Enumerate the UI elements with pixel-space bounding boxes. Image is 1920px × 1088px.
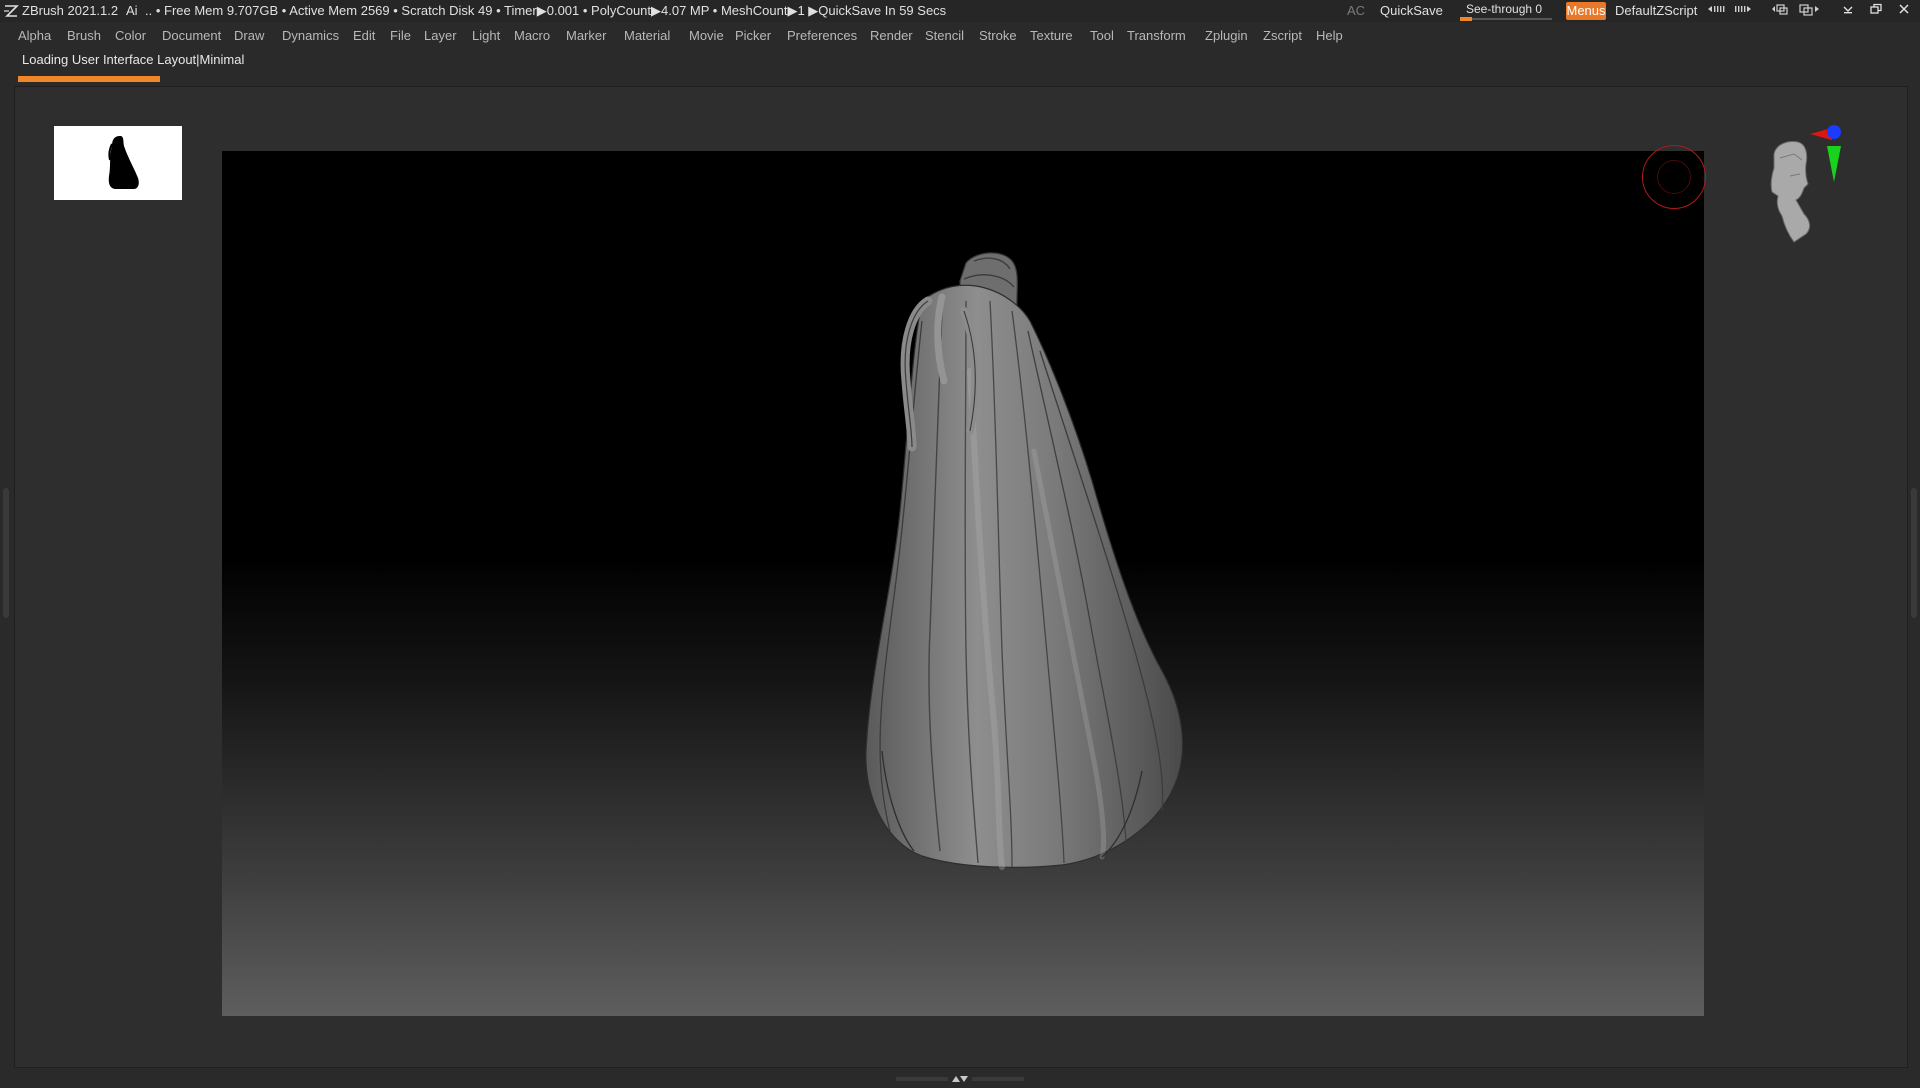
zbrush-logo-icon <box>3 3 19 19</box>
app-title: ZBrush 2021.1.2 <box>22 3 119 18</box>
menu-item-brush[interactable]: Brush <box>67 28 101 43</box>
menu-item-light[interactable]: Light <box>472 28 500 43</box>
close-icon[interactable] <box>1894 2 1914 20</box>
menu-item-movie[interactable]: Movie <box>689 28 724 43</box>
see-through-fill <box>1460 17 1472 21</box>
layout-left-icon[interactable] <box>1706 2 1728 20</box>
menu-item-macro[interactable]: Macro <box>514 28 550 43</box>
menu-item-zscript[interactable]: Zscript <box>1263 28 1302 43</box>
minimize-icon[interactable] <box>1838 2 1858 20</box>
tool-thumbnail[interactable] <box>54 126 182 200</box>
menu-item-file[interactable]: File <box>390 28 411 43</box>
ac-label[interactable]: AC <box>1347 3 1365 18</box>
menu-item-layer[interactable]: Layer <box>424 28 457 43</box>
head-model-icon <box>1770 141 1811 243</box>
menu-item-draw[interactable]: Draw <box>234 28 264 43</box>
status-readout: .. • Free Mem 9.707GB • Active Mem 2569 … <box>145 3 947 18</box>
menu-item-texture[interactable]: Texture <box>1030 28 1073 43</box>
brush-cursor-inner <box>1657 160 1691 194</box>
hair-silhouette-icon <box>108 136 139 189</box>
hair-model <box>865 252 1184 870</box>
menu-bar: Alpha Brush Color Document Draw Dynamics Edit F… <box>0 26 1920 46</box>
brush-cursor <box>1642 145 1706 209</box>
window-tile-icon[interactable] <box>1770 2 1792 20</box>
menu-item-tool[interactable]: Tool <box>1090 28 1114 43</box>
menu-item-material[interactable]: Material <box>624 28 670 43</box>
see-through-slider[interactable]: See-through 0 <box>1460 1 1552 21</box>
loading-notice: Loading User Interface Layout|Minimal <box>22 52 245 67</box>
ai-label[interactable]: Ai <box>126 3 138 18</box>
layout-right-icon[interactable] <box>1733 2 1757 20</box>
see-through-label: See-through 0 <box>1466 2 1543 16</box>
default-zscript-button[interactable]: DefaultZScript <box>1615 3 1697 18</box>
menu-item-alpha[interactable]: Alpha <box>18 28 51 43</box>
menu-item-marker[interactable]: Marker <box>566 28 606 43</box>
menu-item-stencil[interactable]: Stencil <box>925 28 964 43</box>
navigation-head-gizmo[interactable] <box>1760 124 1850 254</box>
menu-item-preferences[interactable]: Preferences <box>787 28 857 43</box>
menus-toggle-button[interactable]: Menus <box>1566 2 1606 20</box>
menu-item-document[interactable]: Document <box>162 28 221 43</box>
menu-item-zplugin[interactable]: Zplugin <box>1205 28 1248 43</box>
menu-item-edit[interactable]: Edit <box>353 28 375 43</box>
menu-item-color[interactable]: Color <box>115 28 146 43</box>
menu-item-dynamics[interactable]: Dynamics <box>282 28 339 43</box>
menu-item-help[interactable]: Help <box>1316 28 1343 43</box>
right-tray-handle[interactable] <box>1911 488 1917 618</box>
left-tray-handle[interactable] <box>3 488 9 618</box>
see-through-track <box>1460 18 1552 20</box>
menu-item-picker[interactable]: Picker <box>735 28 771 43</box>
window-cascade-icon[interactable] <box>1798 2 1822 20</box>
title-bar: ZBrush 2021.1.2 Ai .. • Free Mem 9.707GB… <box>0 0 1920 22</box>
axis-gizmo-icon <box>1810 125 1841 182</box>
menu-item-render[interactable]: Render <box>870 28 913 43</box>
menu-item-transform[interactable]: Transform <box>1127 28 1186 43</box>
bottom-tray-handle[interactable] <box>896 1070 1024 1082</box>
menu-item-stroke[interactable]: Stroke <box>979 28 1017 43</box>
quicksave-button[interactable]: QuickSave <box>1380 3 1443 18</box>
loading-progress-bar <box>18 76 160 82</box>
viewport-canvas[interactable] <box>222 151 1704 1016</box>
restore-icon[interactable] <box>1866 2 1886 20</box>
